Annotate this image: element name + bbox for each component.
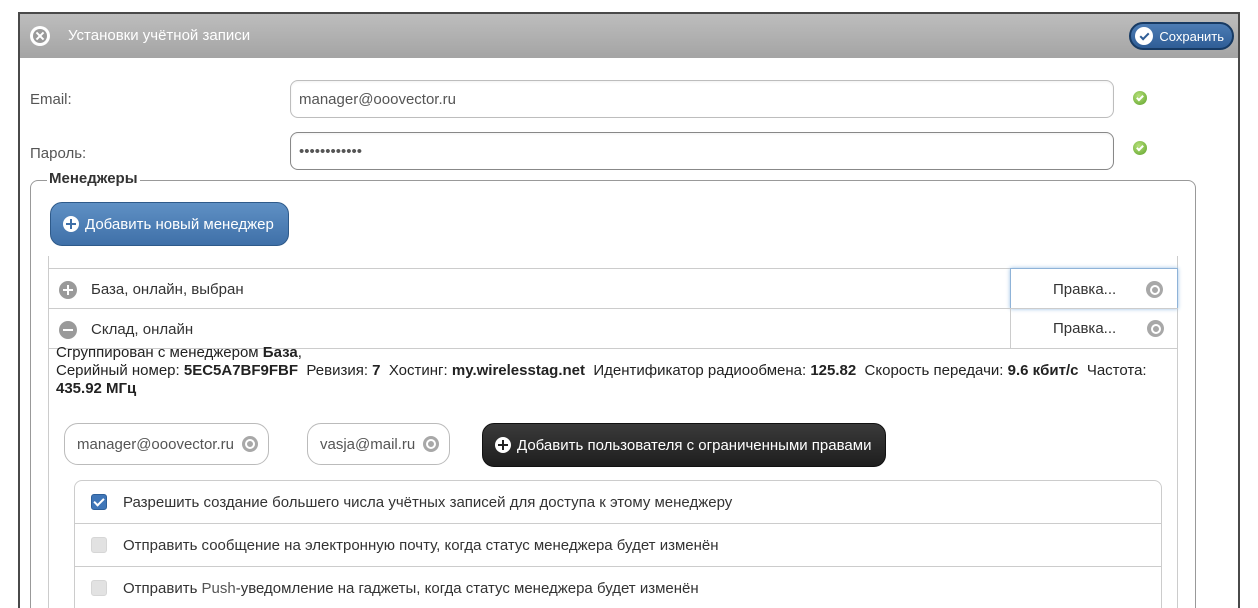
user-chip[interactable]: vasja@mail.ru	[307, 423, 451, 465]
password-label: Пароль:	[30, 145, 87, 162]
manager-row[interactable]: Склад, онлайн Правка...	[49, 308, 1178, 349]
user-email: manager@ooovector.ru	[77, 435, 234, 453]
gear-icon	[1146, 281, 1163, 298]
add-manager-button[interactable]: Добавить новый менеджер	[50, 202, 289, 246]
serial-value: 5EC5A7BF9FBF	[183, 362, 299, 379]
collapse-icon[interactable]	[59, 321, 77, 339]
email-label: Email:	[30, 91, 72, 108]
manager-name: База, онлайн, выбран	[91, 281, 244, 298]
option-label: Отправить Push-уведомление на гаджеты, к…	[123, 580, 699, 597]
user-email: vasja@mail.ru	[320, 435, 416, 453]
specs-line: Серийный номер: 5EC5A7BF9FBF Ревизия: 7 …	[56, 362, 1147, 397]
option-email-notify[interactable]: Отправить сообщение на электронную почту…	[75, 524, 1161, 567]
checkbox[interactable]	[91, 494, 107, 510]
managers-legend: Менеджеры	[47, 170, 140, 187]
frequency-value: 435.92 МГц	[56, 380, 137, 397]
check-icon	[1135, 27, 1154, 45]
close-icon[interactable]	[30, 26, 50, 46]
user-chip[interactable]: manager@ooovector.ru	[64, 423, 269, 465]
plus-icon	[63, 216, 79, 232]
grouped-manager-name: База	[262, 344, 298, 361]
grouped-line: Сгруппирован с менеджером База,	[56, 344, 302, 361]
add-manager-label: Добавить новый менеджер	[85, 215, 274, 233]
edit-button[interactable]: Правка...	[1010, 308, 1178, 349]
option-push-notify[interactable]: Отправить Push-уведомление на гаджеты, к…	[75, 567, 1161, 608]
checkbox[interactable]	[91, 580, 107, 596]
email-field[interactable]	[290, 80, 1114, 118]
manager-options: Разрешить создание большего числа учётны…	[74, 480, 1162, 608]
add-restricted-user-button[interactable]: Добавить пользователя с ограниченными пр…	[482, 423, 887, 467]
save-button-label: Сохранить	[1159, 28, 1224, 44]
manager-row[interactable]: База, онлайн, выбран Правка...	[49, 268, 1178, 309]
password-field[interactable]	[290, 132, 1114, 170]
speed-value: 9.6 кбит/с	[1007, 362, 1079, 379]
gear-icon[interactable]	[241, 436, 258, 452]
edit-label: Правка...	[1053, 320, 1117, 337]
add-restricted-user-label: Добавить пользователя с ограниченными пр…	[517, 436, 872, 454]
radio-id-value: 125.82	[810, 362, 857, 379]
option-allow-accounts[interactable]: Разрешить создание большего числа учётны…	[75, 481, 1161, 524]
option-label: Разрешить создание большего числа учётны…	[123, 494, 733, 511]
revision-value: 7	[372, 362, 381, 379]
gear-icon[interactable]	[423, 436, 440, 452]
dialog-titlebar: Установки учётной записи Сохранить	[20, 14, 1238, 58]
edit-button[interactable]: Правка...	[1010, 268, 1178, 309]
manager-name: Склад, онлайн	[91, 321, 194, 338]
checkbox[interactable]	[91, 537, 107, 553]
dialog-title: Установки учётной записи	[68, 27, 251, 44]
expand-icon[interactable]	[59, 281, 77, 299]
valid-check-icon	[1133, 91, 1147, 105]
gear-icon	[1147, 320, 1164, 337]
manager-details: Сгруппирован с менеджером База, Серийный…	[56, 344, 1176, 398]
edit-label: Правка...	[1053, 281, 1117, 298]
plus-icon	[495, 437, 511, 453]
hosting-value: my.wirelesstag.net	[451, 362, 585, 379]
option-label: Отправить сообщение на электронную почту…	[123, 537, 719, 554]
save-button[interactable]: Сохранить	[1129, 22, 1234, 50]
valid-check-icon	[1133, 141, 1147, 155]
